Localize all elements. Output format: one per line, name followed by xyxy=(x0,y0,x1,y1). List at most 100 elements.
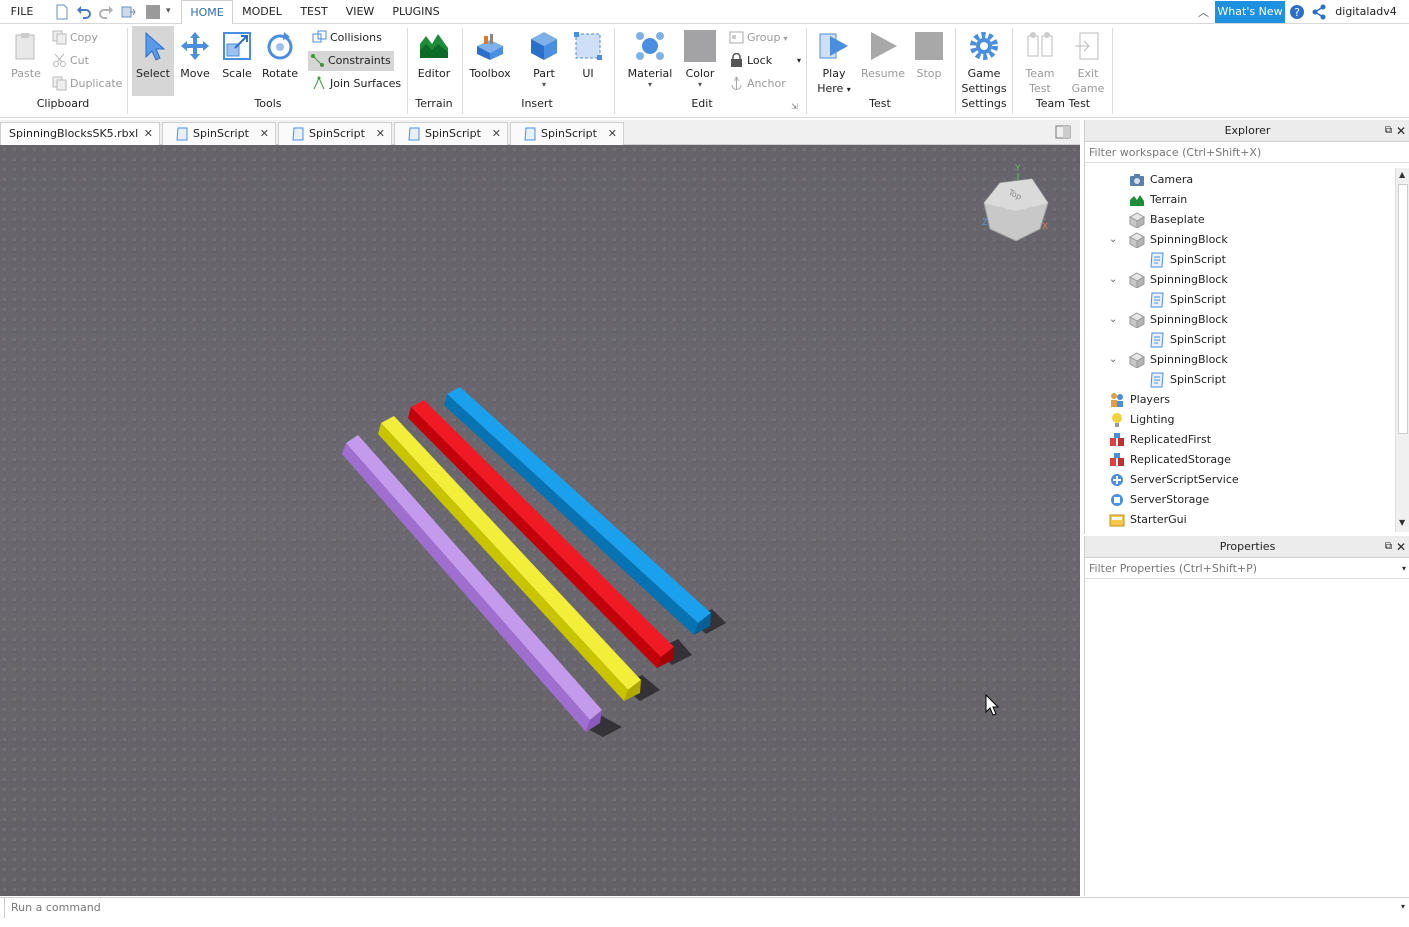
expand-chevron-icon[interactable]: ⌄ xyxy=(1109,270,1121,290)
close-icon[interactable]: ✕ xyxy=(1396,536,1406,558)
stop-small-icon[interactable] xyxy=(145,4,161,20)
game-settings-button[interactable]: Game Settings xyxy=(960,26,1008,95)
expand-chevron-icon[interactable]: ⌄ xyxy=(1109,230,1121,250)
tab-plugins[interactable]: PLUGINS xyxy=(389,0,443,24)
rotate-button[interactable]: Rotate xyxy=(259,26,301,94)
ui-button[interactable]: UI xyxy=(570,26,606,94)
collisions-toggle[interactable]: Collisions xyxy=(310,28,382,48)
tree-item-terrain[interactable]: Terrain xyxy=(1129,190,1385,210)
tab-spinscript-3[interactable]: SpinScript ✕ xyxy=(394,122,508,145)
color-button[interactable]: Color ▾ xyxy=(680,26,720,94)
restore-window-icon[interactable] xyxy=(1055,125,1071,139)
exit-game-button[interactable]: Exit Game xyxy=(1066,26,1110,95)
properties-filter-input[interactable]: Filter Properties (Ctrl+Shift+P) ▾ xyxy=(1085,559,1409,579)
close-icon[interactable]: ✕ xyxy=(376,123,385,145)
tab-view[interactable]: VIEW xyxy=(341,0,379,24)
play-dropdown-icon[interactable]: ▾ xyxy=(847,85,851,94)
tree-item-spinningblock[interactable]: ⌄ SpinningBlock xyxy=(1109,270,1385,290)
help-icon[interactable]: ? xyxy=(1289,4,1305,20)
tab-place-file[interactable]: SpinningBlocksSK5.rbxl ✕ xyxy=(0,122,160,145)
explorer-scrollbar[interactable]: ▲ ▼ xyxy=(1395,168,1409,532)
expand-chevron-icon[interactable]: ⌄ xyxy=(1109,310,1121,330)
anchor-button[interactable]: Anchor xyxy=(727,74,786,94)
command-input[interactable]: Run a command xyxy=(4,898,1394,918)
tree-item-baseplate[interactable]: Baseplate xyxy=(1129,210,1385,230)
lock-button[interactable]: Lock ▾ xyxy=(727,51,801,71)
undock-icon[interactable]: ⧉ xyxy=(1385,120,1392,142)
tree-item-spinscript[interactable]: SpinScript xyxy=(1149,330,1385,350)
select-button[interactable]: Select xyxy=(132,26,174,96)
resume-button[interactable]: Resume xyxy=(860,26,906,94)
command-bar[interactable]: Run a command ▾ xyxy=(0,897,1409,919)
material-button[interactable]: Material ▾ xyxy=(626,26,674,94)
tree-item-spinningblock[interactable]: ⌄ SpinningBlock xyxy=(1109,350,1385,370)
close-icon[interactable]: ✕ xyxy=(144,123,153,145)
terrain-editor-button[interactable]: Editor xyxy=(412,26,456,94)
scrollbar-thumb[interactable] xyxy=(1398,184,1408,434)
publish-icon[interactable] xyxy=(120,4,136,20)
duplicate-button[interactable]: Duplicate xyxy=(50,74,122,94)
new-file-icon[interactable] xyxy=(54,4,70,20)
part-dropdown-icon[interactable]: ▾ xyxy=(522,80,566,89)
close-icon[interactable]: ✕ xyxy=(260,123,269,145)
scroll-up-icon[interactable]: ▲ xyxy=(1399,170,1405,179)
scroll-down-icon[interactable]: ▼ xyxy=(1399,518,1405,527)
3d-viewport[interactable]: Top Y X Z xyxy=(0,145,1080,896)
command-dropdown-icon[interactable]: ▾ xyxy=(1401,902,1405,911)
scale-button[interactable]: Scale xyxy=(217,26,257,94)
material-dropdown-icon[interactable]: ▾ xyxy=(626,80,674,89)
undock-icon[interactable]: ⧉ xyxy=(1385,536,1392,558)
undo-icon[interactable] xyxy=(76,4,92,20)
scene[interactable]: Top Y X Z xyxy=(0,145,1080,896)
group-dropdown-icon[interactable]: ▾ xyxy=(784,34,788,43)
explorer-filter-input[interactable]: Filter workspace (Ctrl+Shift+X) xyxy=(1085,143,1409,163)
whats-new-button[interactable]: What's New xyxy=(1215,1,1285,23)
tree-item-camera[interactable]: Camera xyxy=(1129,170,1385,190)
move-button[interactable]: Move xyxy=(176,26,214,94)
tree-item-serverscriptservice[interactable]: ServerScriptService xyxy=(1109,470,1385,490)
edit-group-expand-icon[interactable]: ⇲ xyxy=(791,102,798,111)
tab-home[interactable]: HOME xyxy=(181,0,233,25)
lock-dropdown-icon[interactable]: ▾ xyxy=(797,51,801,71)
tree-item-players[interactable]: Players xyxy=(1109,390,1385,410)
tree-item-spinscript[interactable]: SpinScript xyxy=(1149,290,1385,310)
tree-item-spinscript[interactable]: SpinScript xyxy=(1149,370,1385,390)
username-label[interactable]: digitaladv4 xyxy=(1333,0,1399,24)
file-menu[interactable]: FILE xyxy=(4,0,40,24)
tree-item-serverstorage[interactable]: ServerStorage xyxy=(1109,490,1385,510)
tab-test[interactable]: TEST xyxy=(296,0,332,24)
group-button[interactable]: Group ▾ xyxy=(727,28,788,48)
play-here-button[interactable]: Play Here ▾ xyxy=(812,26,856,95)
tab-spinscript-4[interactable]: SpinScript ✕ xyxy=(510,122,624,145)
close-icon[interactable]: ✕ xyxy=(608,123,617,145)
copy-button[interactable]: Copy xyxy=(50,28,98,48)
tab-model[interactable]: MODEL xyxy=(238,0,286,24)
tree-item-spinningblock[interactable]: ⌄ SpinningBlock xyxy=(1109,230,1385,250)
tree-item-spinscript[interactable]: SpinScript xyxy=(1149,250,1385,270)
tab-spinscript-1[interactable]: SpinScript ✕ xyxy=(162,122,276,145)
tree-item-startergui[interactable]: StarterGui xyxy=(1109,510,1385,530)
tree-item-replicatedstorage[interactable]: ReplicatedStorage xyxy=(1109,450,1385,470)
join-surfaces-toggle[interactable]: Join Surfaces xyxy=(310,74,401,94)
share-icon[interactable] xyxy=(1311,4,1327,20)
tree-item-replicatedfirst[interactable]: ReplicatedFirst xyxy=(1109,430,1385,450)
paste-button[interactable]: Paste xyxy=(6,26,46,94)
quick-access-dropdown-icon[interactable]: ▾ xyxy=(166,6,171,16)
color-dropdown-icon[interactable]: ▾ xyxy=(680,80,720,89)
tree-item-lighting[interactable]: Lighting xyxy=(1109,410,1385,430)
close-icon[interactable]: ✕ xyxy=(492,123,501,145)
toolbox-button[interactable]: Toolbox xyxy=(466,26,514,94)
insert-group-label: Insert xyxy=(521,97,553,110)
filter-dropdown-icon[interactable]: ▾ xyxy=(1402,559,1406,579)
tree-item-spinningblock[interactable]: ⌄ SpinningBlock xyxy=(1109,310,1385,330)
cut-button[interactable]: Cut xyxy=(50,51,89,71)
collapse-ribbon-icon[interactable]: ︿ xyxy=(1198,4,1209,20)
tab-spinscript-2[interactable]: SpinScript ✕ xyxy=(278,122,392,145)
team-test-button[interactable]: Team Test xyxy=(1018,26,1062,95)
stop-button[interactable]: Stop xyxy=(910,26,948,94)
expand-chevron-icon[interactable]: ⌄ xyxy=(1109,350,1121,370)
redo-icon[interactable] xyxy=(98,4,114,20)
close-icon[interactable]: ✕ xyxy=(1396,120,1406,142)
part-button[interactable]: Part ▾ xyxy=(522,26,566,94)
constraints-toggle[interactable]: Constraints xyxy=(308,51,394,71)
